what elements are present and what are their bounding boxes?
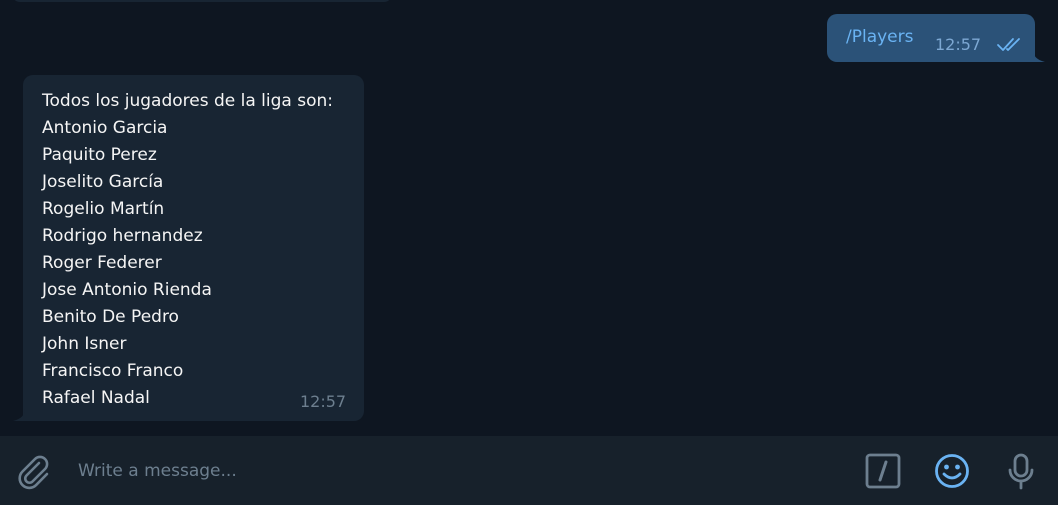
- incoming-message-bubble[interactable]: Todos los jugadores de la liga son: Anto…: [23, 75, 364, 421]
- outgoing-message-time: 12:57: [935, 35, 982, 54]
- player-name: Rogelio Martín: [42, 199, 165, 219]
- double-check-icon: [997, 38, 1020, 51]
- outgoing-message-text: /Players: [846, 27, 914, 47]
- message-header: Todos los jugadores de la liga son:: [42, 91, 333, 111]
- incoming-message-time: 12:57: [300, 392, 347, 411]
- compose-bar: [0, 436, 1058, 505]
- player-name: Roger Federer: [42, 253, 162, 273]
- player-name: Joselito García: [42, 172, 164, 192]
- outgoing-bubble-tail: [1033, 50, 1045, 62]
- chat-history[interactable]: /Players 12:57 Todos los jugadores de la…: [0, 0, 1058, 436]
- incoming-bubble-tail: [13, 409, 25, 421]
- player-name: Antonio Garcia: [42, 118, 168, 138]
- microphone-icon[interactable]: [1004, 452, 1038, 490]
- paperclip-icon[interactable]: [14, 453, 52, 491]
- player-name: Paquito Perez: [42, 145, 157, 165]
- previous-message-bubble: [12, 0, 392, 2]
- player-name: Francisco Franco: [42, 361, 184, 381]
- player-name: John Isner: [42, 334, 127, 354]
- outgoing-message-bubble[interactable]: /Players 12:57: [827, 14, 1035, 62]
- player-name: Rafael Nadal: [42, 388, 150, 408]
- bot-commands-icon[interactable]: [864, 452, 902, 490]
- player-name: Benito De Pedro: [42, 307, 179, 327]
- emoji-icon[interactable]: [933, 452, 971, 490]
- player-name: Jose Antonio Rienda: [42, 280, 212, 300]
- message-input[interactable]: [78, 458, 778, 484]
- player-name: Rodrigo hernandez: [42, 226, 203, 246]
- players-list: Todos los jugadores de la liga son: Anto…: [42, 88, 333, 412]
